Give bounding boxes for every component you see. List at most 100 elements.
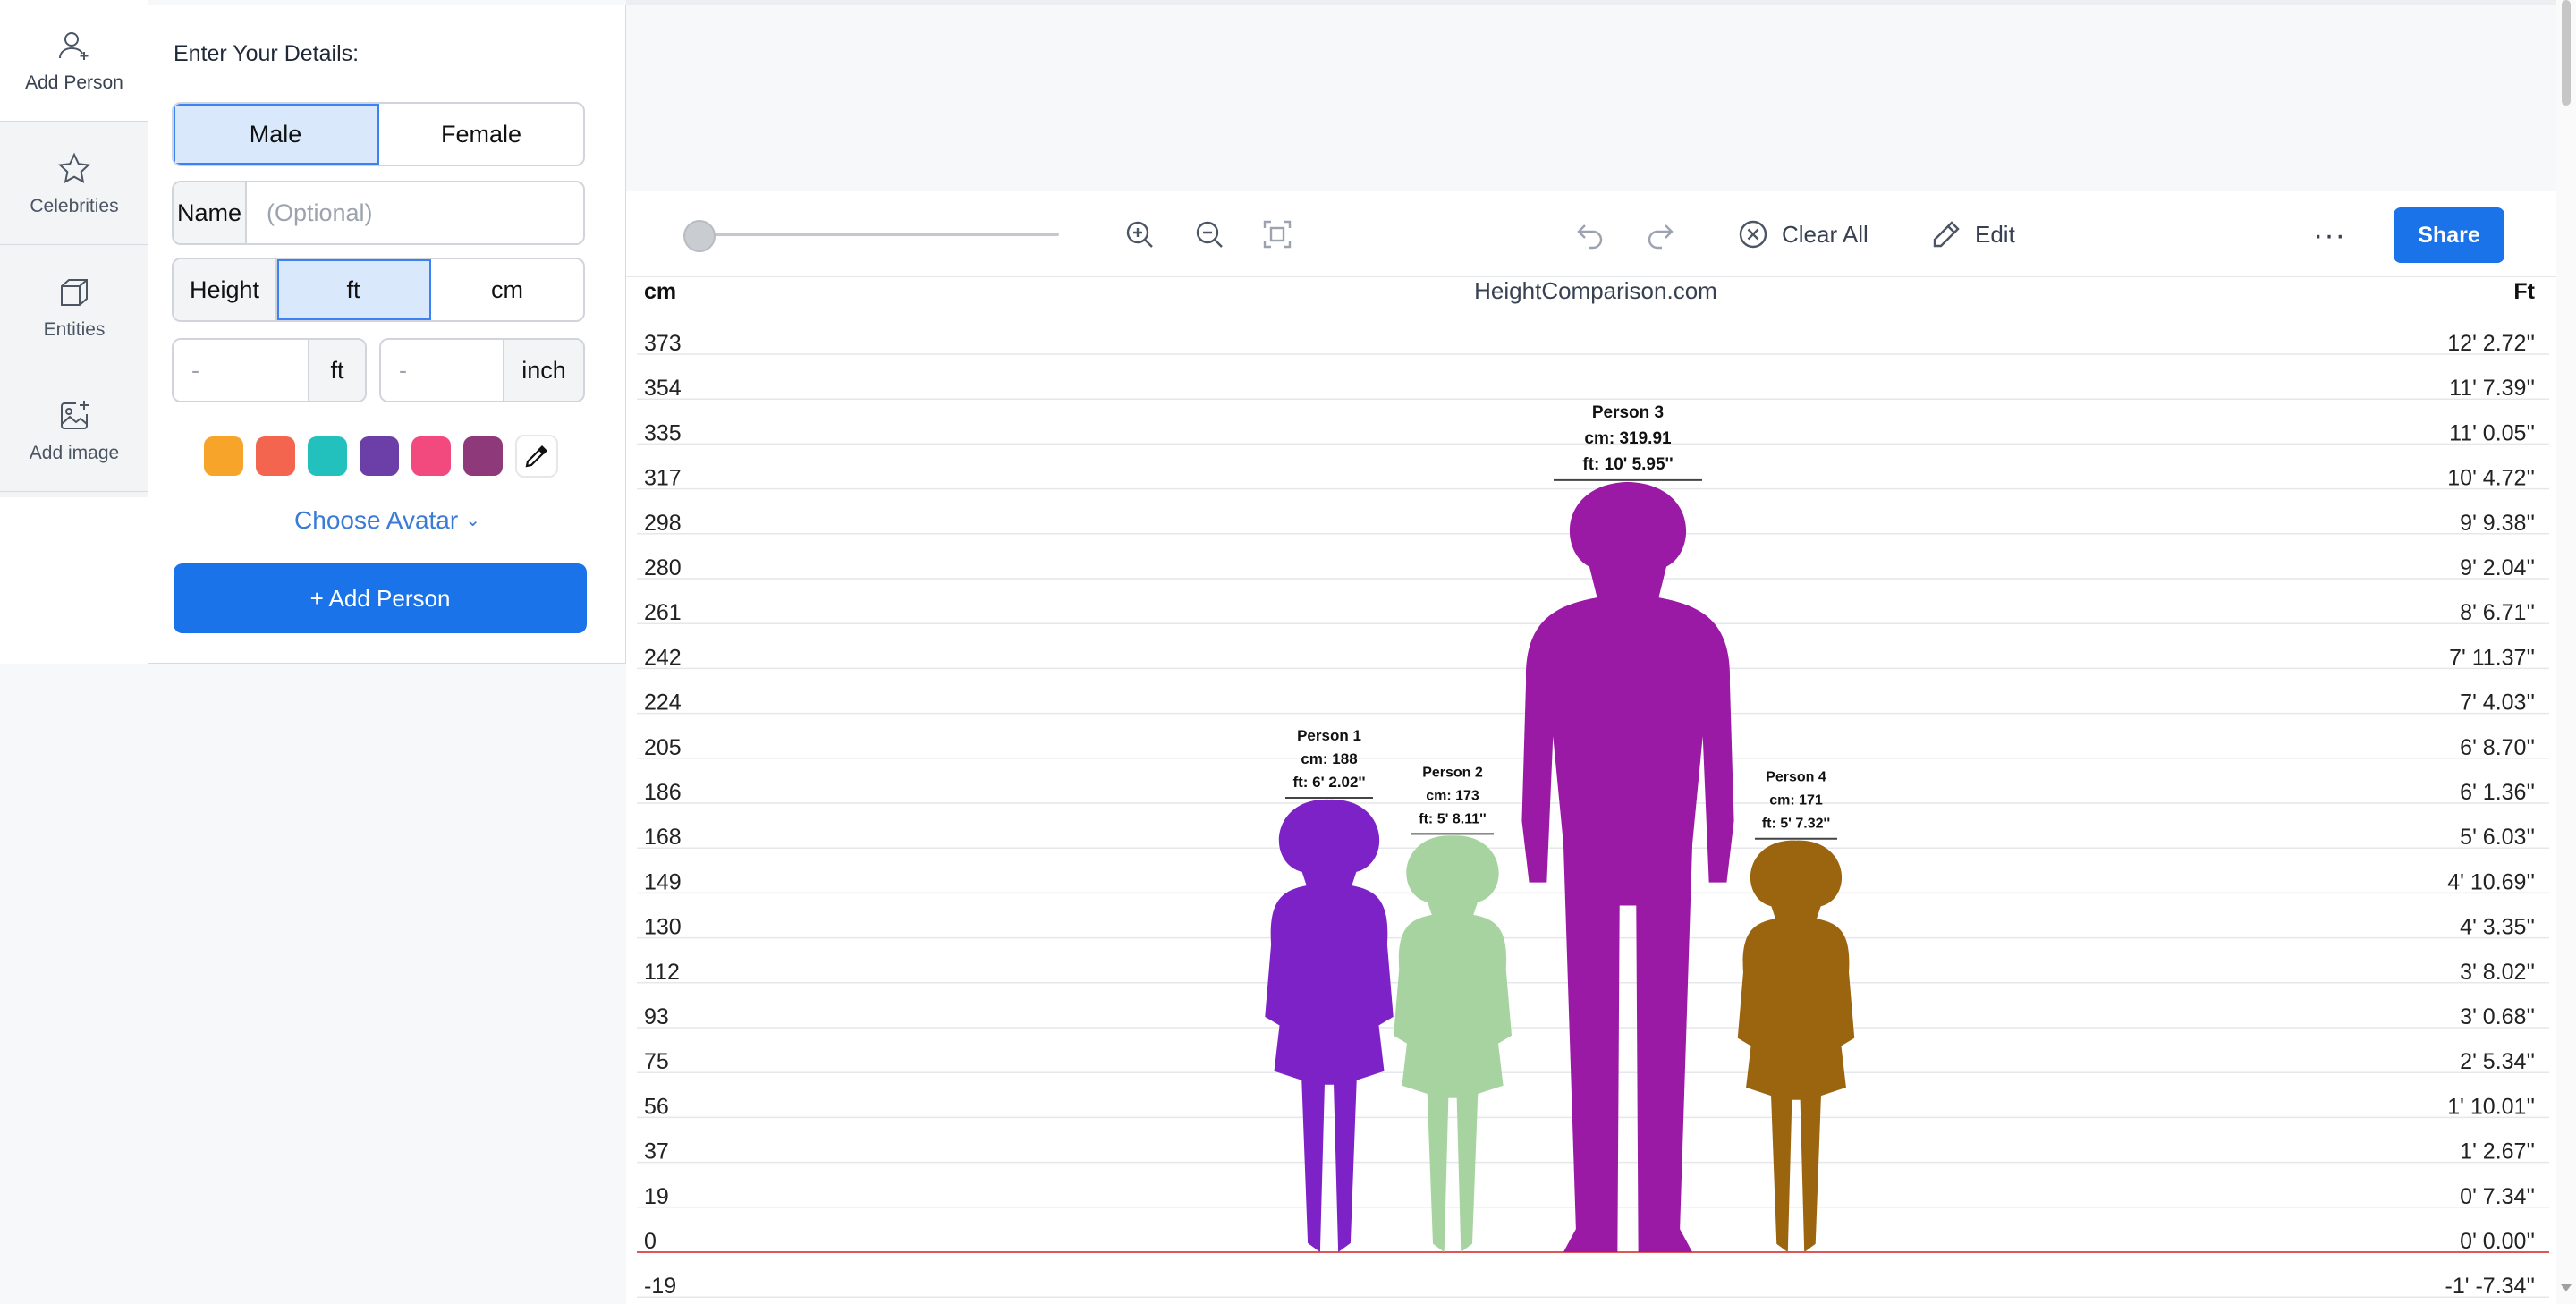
person-name-label: Person 4 <box>1766 770 1826 785</box>
choose-avatar-label: Choose Avatar <box>294 506 459 534</box>
user-plus-icon <box>59 31 89 60</box>
height-label: Height <box>174 259 277 320</box>
ft-tick-label: 10' 4.72'' <box>2447 466 2535 491</box>
rail-add-image[interactable]: Add image <box>0 370 148 492</box>
cube-icon <box>61 278 88 306</box>
color-swatch[interactable] <box>308 436 347 476</box>
add-person-button[interactable]: + Add Person <box>174 563 587 633</box>
figures-layer: Person 1 cm: 188 ft: 6' 2.02'' Person 2 cm: … <box>1265 403 1855 1252</box>
ft-tick-label: -1' -7.34'' <box>2445 1274 2535 1299</box>
eyedropper-icon <box>525 445 547 468</box>
ft-tick-label: 9' 2.04'' <box>2460 555 2535 580</box>
gender-female-button[interactable]: Female <box>379 104 583 165</box>
clear-circle-icon <box>1739 220 1767 249</box>
ft-tick-label: 0' 7.34'' <box>2460 1184 2535 1209</box>
name-input[interactable] <box>247 182 583 243</box>
cm-tick-label: 205 <box>644 735 682 760</box>
person-form-panel: Enter Your Details: Male Female Name Hei… <box>148 5 626 664</box>
color-swatch[interactable] <box>360 436 399 476</box>
person-silhouette[interactable] <box>1521 481 1734 1252</box>
choose-avatar-toggle[interactable]: Choose Avatar ⌄ <box>148 506 626 535</box>
fit-view-button[interactable] <box>1261 218 1293 250</box>
zoom-out-icon <box>1196 221 1223 248</box>
person-cm-label: cm: 188 <box>1301 750 1357 767</box>
color-swatch[interactable] <box>256 436 295 476</box>
cm-tick-label: -19 <box>644 1274 676 1299</box>
person-silhouette[interactable] <box>1737 840 1855 1252</box>
cm-tick-label: 93 <box>644 1004 669 1029</box>
rail-entities[interactable]: Entities <box>0 247 148 368</box>
fit-screen-icon <box>1263 220 1292 249</box>
cm-tick-label: 168 <box>644 825 682 850</box>
rail-add-person[interactable]: Add Person <box>0 0 148 122</box>
undo-icon <box>1577 224 1603 250</box>
cm-tick-label: 298 <box>644 511 682 536</box>
zoom-slider-track[interactable] <box>701 233 1059 236</box>
color-swatches <box>204 435 558 478</box>
color-swatch[interactable] <box>463 436 503 476</box>
rail-celebrities[interactable]: Celebrities <box>0 123 148 245</box>
edit-button[interactable]: Edit <box>1930 218 2015 250</box>
name-label: Name <box>174 182 247 243</box>
share-button[interactable]: Share <box>2394 207 2504 263</box>
height-chart: cm HeightComparison.com Ft 373 12' 2.72''… <box>626 277 2556 1304</box>
zoom-slider-handle[interactable] <box>683 220 716 252</box>
scroll-down-arrow[interactable] <box>2561 1284 2572 1291</box>
person-ft-label: ft: 10' 5.95'' <box>1582 455 1673 474</box>
star-icon <box>57 152 91 183</box>
clear-all-button[interactable]: Clear All <box>1737 218 1868 250</box>
rail-add-person-label: Add Person <box>25 72 123 93</box>
ft-tick-label: 7' 4.03'' <box>2460 690 2535 716</box>
redo-button[interactable] <box>1644 218 1676 250</box>
form-title: Enter Your Details: <box>174 41 360 66</box>
height-chart-svg: cm HeightComparison.com Ft 373 12' 2.72''… <box>637 277 2549 1299</box>
gender-toggle: Male Female <box>172 102 585 166</box>
ft-tick-label: 6' 8.70'' <box>2460 735 2535 760</box>
feet-field-group: ft <box>172 338 367 402</box>
color-swatch[interactable] <box>411 436 451 476</box>
unit-cm-button[interactable]: cm <box>431 259 583 320</box>
ft-tick-label: 11' 0.05'' <box>2449 420 2535 445</box>
rail-celebrities-label: Celebrities <box>30 195 119 216</box>
cm-tick-label: 242 <box>644 645 682 670</box>
cm-tick-label: 373 <box>644 331 682 356</box>
zoom-out-button[interactable] <box>1193 218 1225 250</box>
undo-button[interactable] <box>1574 218 1606 250</box>
ft-tick-label: 5' 6.03'' <box>2460 825 2535 850</box>
cm-tick-label: 261 <box>644 600 682 625</box>
inch-input[interactable] <box>381 340 503 401</box>
ft-tick-label: 6' 1.36'' <box>2460 780 2535 805</box>
person-cm-label: cm: 171 <box>1769 793 1823 809</box>
cm-tick-label: 280 <box>644 555 682 580</box>
feet-input[interactable] <box>174 340 308 401</box>
person-silhouette[interactable] <box>1393 835 1513 1252</box>
person-cm-label: cm: 173 <box>1426 788 1479 803</box>
gender-male-button[interactable]: Male <box>174 104 379 165</box>
person-name-label: Person 2 <box>1422 765 1483 780</box>
cm-tick-label: 19 <box>644 1184 669 1209</box>
color-swatch[interactable] <box>204 436 243 476</box>
zoom-in-button[interactable] <box>1123 218 1156 250</box>
scrollbar-thumb[interactable] <box>2562 0 2571 106</box>
feet-unit-label: ft <box>308 340 365 401</box>
person-silhouette[interactable] <box>1265 799 1394 1252</box>
edit-label: Edit <box>1975 220 2015 248</box>
cm-tick-label: 37 <box>644 1139 669 1164</box>
cm-tick-label: 354 <box>644 376 682 401</box>
color-picker-button[interactable] <box>515 435 558 478</box>
ft-tick-label: 1' 2.67'' <box>2460 1139 2535 1164</box>
side-rail: Add Person Celebrities Entities Add imag… <box>0 0 148 664</box>
ft-tick-label: 7' 11.37'' <box>2449 645 2535 670</box>
rail-entities-label: Entities <box>43 318 106 340</box>
cm-tick-label: 130 <box>644 915 682 940</box>
person-ft-label: ft: 6' 2.02'' <box>1292 774 1365 791</box>
clear-all-label: Clear All <box>1782 220 1868 248</box>
more-options-button[interactable]: ··· <box>2313 218 2346 253</box>
ft-tick-label: 1' 10.01'' <box>2447 1094 2535 1119</box>
height-unit-toggle: Height ft cm <box>172 258 585 322</box>
page-scrollbar[interactable] <box>2556 0 2576 1304</box>
ft-tick-label: 3' 8.02'' <box>2460 960 2535 985</box>
cm-tick-label: 186 <box>644 780 682 805</box>
unit-ft-button[interactable]: ft <box>277 259 431 320</box>
cm-axis-title: cm <box>644 279 676 304</box>
